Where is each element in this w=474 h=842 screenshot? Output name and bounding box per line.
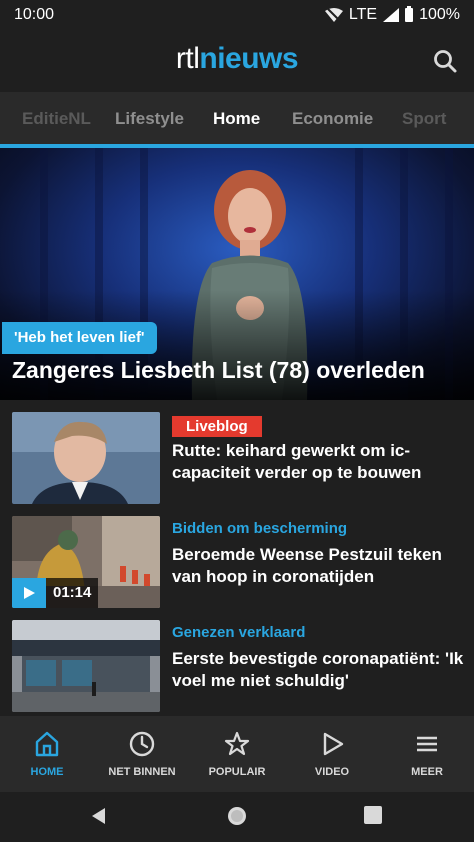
list-item[interactable]: Liveblog Rutte: keihard gewerkt om ic-ca…	[12, 412, 462, 504]
home-button-icon[interactable]	[225, 804, 249, 828]
tab-sport[interactable]: Sport	[402, 109, 446, 129]
nav-meer[interactable]: MEER	[382, 730, 472, 778]
tab-lifestyle[interactable]: Lifestyle	[115, 109, 184, 129]
battery-icon	[405, 6, 414, 22]
article-category: Genezen verklaard	[172, 624, 306, 641]
nav-label: HOME	[30, 766, 64, 778]
logo-nieuws: nieuws	[199, 42, 299, 75]
menu-icon	[417, 736, 437, 752]
article-thumbnail	[12, 620, 160, 712]
app-header: rtlnieuws	[0, 30, 474, 92]
category-tabs: EditieNL Lifestyle Home Economie Sport	[0, 92, 474, 144]
system-navigation-bar	[0, 792, 474, 842]
wifi-icon	[324, 8, 343, 22]
article-list: Liveblog Rutte: keihard gewerkt om ic-ca…	[0, 400, 474, 716]
article-headline: Rutte: keihard gewerkt om ic-capaciteit …	[172, 441, 422, 482]
hero-headline[interactable]: Zangeres Liesbeth List (78) overleden	[12, 357, 467, 384]
star-icon	[224, 731, 250, 756]
signal-icon	[383, 8, 400, 22]
liveblog-badge: Liveblog	[172, 416, 262, 437]
nav-net-binnen[interactable]: NET BINNEN	[97, 730, 187, 778]
nav-label: NET BINNEN	[108, 766, 176, 778]
hero-tag-badge[interactable]: 'Heb het leven lief'	[2, 322, 157, 354]
list-item[interactable]: 01:14 Bidden om bescherming Beroemde Wee…	[12, 516, 462, 608]
play-icon	[323, 732, 344, 756]
list-item[interactable]: Genezen verklaard Eerste bevestigde coro…	[12, 620, 464, 712]
clock-icon	[129, 731, 155, 757]
video-overlay: 01:14	[12, 578, 99, 608]
status-icons: LTE 100%	[324, 6, 460, 24]
tab-economie[interactable]: Economie	[292, 109, 373, 129]
search-icon[interactable]	[432, 48, 458, 74]
logo-rtl: rtl	[175, 42, 200, 75]
nav-label: MEER	[411, 766, 443, 778]
battery-level: 100%	[419, 6, 460, 23]
article-category: Bidden om bescherming	[172, 520, 348, 537]
video-duration: 01:14	[46, 578, 99, 608]
status-bar: 10:00 LTE 100%	[0, 0, 474, 30]
bottom-navigation: HOME NET BINNEN POPULAIR VIDEO MEER	[0, 716, 474, 792]
article-headline: Beroemde Weense Pestzuil teken van hoop …	[172, 545, 442, 586]
recents-icon[interactable]	[364, 806, 382, 824]
nav-label: POPULAIR	[208, 766, 266, 778]
network-label: LTE	[348, 6, 378, 23]
article-headline: Eerste bevestigde coronapatiënt: 'Ik voe…	[172, 649, 464, 690]
tab-editienl[interactable]: EditieNL	[22, 109, 91, 129]
tab-home[interactable]: Home	[213, 109, 260, 129]
article-thumbnail: 01:14	[12, 516, 160, 608]
nav-label: VIDEO	[314, 766, 350, 778]
nav-video[interactable]: VIDEO	[287, 730, 377, 778]
article-thumbnail	[12, 412, 160, 504]
nav-populair[interactable]: POPULAIR	[192, 730, 282, 778]
back-icon[interactable]	[89, 806, 109, 826]
play-icon[interactable]	[12, 578, 46, 608]
home-icon	[35, 731, 59, 757]
nav-home[interactable]: HOME	[2, 730, 92, 778]
status-time: 10:00	[14, 6, 55, 23]
rtl-nieuws-logo[interactable]: rtlnieuws	[0, 42, 474, 76]
